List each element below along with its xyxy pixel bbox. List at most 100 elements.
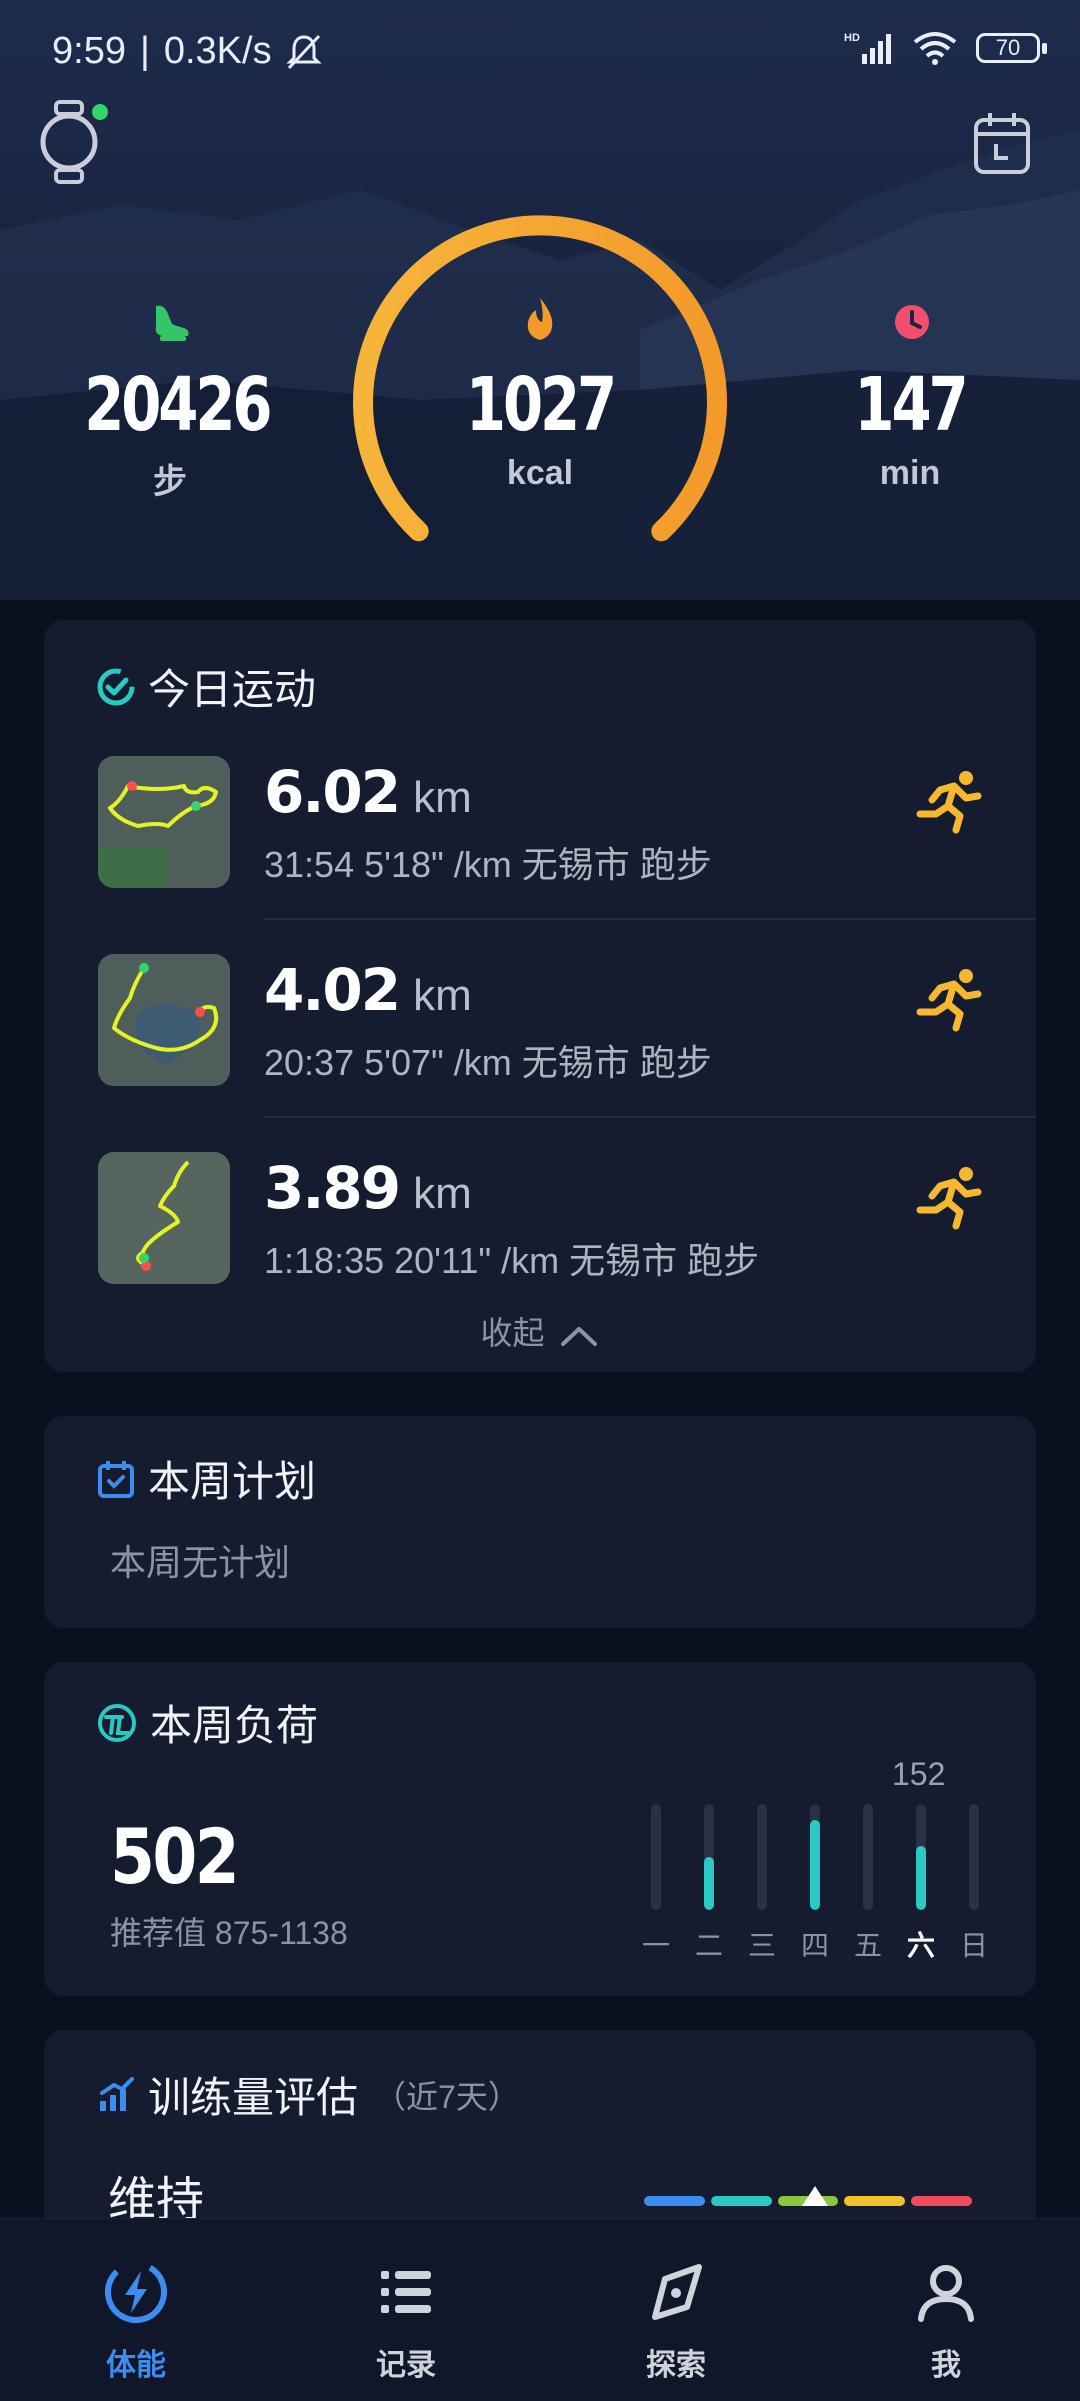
battery-level: 70 [995,35,1021,60]
run-distance-value: 4.02 [264,956,401,1024]
status-right: HD 70 [844,30,1047,66]
route-map-icon [98,756,230,888]
minutes-stat[interactable]: 147 min [800,300,1020,493]
calendar-button[interactable] [972,110,1032,176]
plan-empty-text: 本周无计划 [110,1542,291,1583]
steps-stat[interactable]: 20426 步 [60,300,280,503]
load-peak-label: 152 [892,1756,946,1792]
watch-device-button[interactable] [38,100,108,184]
weekly-load-card[interactable]: 本周负荷 502 推荐值 875-1138 152 一二三四五六日 [44,1662,1036,1996]
wifi-icon [913,32,957,65]
load-title-text: 本周负荷 [150,1702,319,1749]
load-bar-track [651,1804,661,1910]
minutes-value: 147 [854,362,968,448]
calendar-plan-icon [98,1460,134,1498]
scale-marker-icon [802,2186,828,2206]
nav-tab-records[interactable]: 记录 [336,2257,476,2384]
collapse-button[interactable]: 收起 [44,1308,1036,1354]
load-bar-track [916,1804,926,1910]
mute-bell-icon [285,34,322,69]
today-workouts-card: 今日运动 6.02 km 31:54 5'18" /km 无锡市 跑步 4.02… [44,620,1036,1372]
nav-label: 体能 [106,2349,166,2382]
load-bar-label: 六 [906,1930,935,1961]
profile-icon [918,2265,974,2322]
lightning-icon [105,2261,167,2323]
run-distance: 4.02 km [264,956,472,1024]
route-map-thumbnail [98,1152,230,1284]
load-title: 本周负荷 [96,1692,318,1753]
run-detail: 20:37 5'07" /km 无锡市 跑步 [264,1042,712,1083]
load-bar-label: 日 [959,1930,988,1961]
calories-value: 1027 [465,362,617,448]
today-title-text: 今日运动 [148,666,317,713]
running-icon [916,969,982,1032]
divider [264,918,1036,920]
today-title: 今日运动 [96,656,316,717]
chevron-up-icon [561,1326,598,1346]
steps-unit: 步 [153,463,187,501]
nav-tab-profile[interactable]: 我 [876,2257,1016,2384]
load-value: 502 [110,1812,240,1901]
status-bar: 9:59 | 0.3K/s HD 70 [0,0,1080,110]
nav-label: 记录 [376,2349,436,2382]
load-bar-track [757,1804,767,1910]
load-bar-day: 二 [689,1804,729,1964]
load-bar-day: 四 [795,1804,835,1964]
run-distance-unit: km [413,1169,472,1218]
run-distance-unit: km [413,773,472,822]
plan-title-text: 本周计划 [148,1458,317,1505]
calories-unit: kcal [506,454,574,492]
signal-icon: HD [844,32,891,64]
load-bar-fill [704,1857,714,1910]
load-bar-label: 二 [694,1930,723,1961]
scale-segment [844,2196,906,2206]
run-distance: 6.02 km [264,758,472,826]
evaluation-title-text: 训练量评估 [148,2074,359,2121]
load-bar-label: 一 [641,1930,670,1961]
route-map-icon [98,1152,230,1284]
nav-tab-fitness[interactable]: 体能 [66,2257,206,2384]
load-recommended: 推荐值 875-1138 [110,1915,348,1951]
load-icon [98,1703,136,1742]
running-icon [916,771,982,834]
load-bar-day: 一 [636,1804,676,1964]
load-bar-day: 五 [848,1804,888,1964]
run-distance-unit: km [413,971,472,1020]
scale-segment [710,2196,772,2206]
load-bar-day: 六 [901,1804,941,1964]
list-icon [381,2271,431,2313]
load-bar-label: 五 [853,1930,882,1961]
status-net-speed: 0.3K/s [163,30,272,72]
bottom-navigation: 体能 记录 探索 我 [0,2218,1080,2401]
evaluation-title: 训练量评估 （近7天） [96,2064,520,2125]
route-map-icon [98,954,230,1086]
run-distance-value: 3.89 [264,1154,401,1222]
load-bar-fill [916,1846,926,1910]
minutes-unit: min [879,454,941,492]
load-bar-fill [810,1820,820,1910]
weekly-plan-card[interactable]: 本周计划 本周无计划 [44,1416,1036,1628]
steps-value: 20426 [84,362,272,448]
run-item[interactable]: 4.02 km 20:37 5'07" /km 无锡市 跑步 [44,954,1036,1152]
status-time: 9:59 [52,30,126,72]
connected-status-dot [92,104,108,120]
run-detail: 31:54 5'18" /km 无锡市 跑步 [264,844,712,885]
plan-title: 本周计划 [96,1448,316,1509]
nav-tab-explore[interactable]: 探索 [606,2257,746,2384]
scale-segment [911,2196,972,2206]
calories-stat[interactable]: 1027 kcal [400,300,680,493]
load-bar-track [810,1804,820,1910]
load-bar-label: 三 [747,1930,776,1961]
run-distance-value: 6.02 [264,758,401,826]
load-bar-day: 三 [742,1804,782,1964]
status-left: 9:59 | 0.3K/s [52,30,322,73]
route-map-thumbnail [98,954,230,1086]
divider [264,1116,1036,1118]
collapse-label: 收起 [480,1315,545,1351]
nav-label: 探索 [646,2349,706,2382]
run-item[interactable]: 6.02 km 31:54 5'18" /km 无锡市 跑步 [44,756,1036,954]
check-circle-icon [97,668,135,705]
calendar-icon [974,113,1030,174]
load-bar-day: 日 [954,1804,994,1964]
route-map-thumbnail [98,756,230,888]
